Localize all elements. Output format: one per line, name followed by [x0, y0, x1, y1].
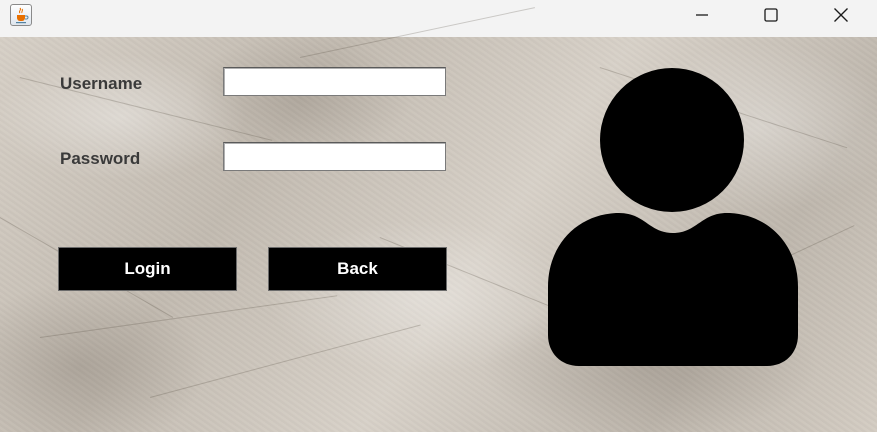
close-icon — [834, 8, 848, 22]
password-field[interactable] — [223, 142, 446, 171]
paper-crease — [40, 295, 338, 338]
paper-background: Username Password Login Back — [0, 7, 877, 432]
login-button-label: Login — [124, 259, 171, 278]
maximize-icon — [764, 8, 778, 22]
paper-crease — [150, 324, 421, 398]
close-button[interactable] — [807, 0, 875, 30]
back-button-label: Back — [337, 259, 378, 278]
minimize-icon — [696, 14, 708, 16]
login-button[interactable]: Login — [58, 247, 237, 291]
login-window: Username Password Login Back — [0, 0, 877, 432]
maximize-button[interactable] — [737, 0, 805, 30]
title-bar[interactable] — [0, 0, 877, 37]
user-avatar-icon — [548, 68, 798, 366]
password-label: Password — [60, 149, 141, 168]
username-field[interactable] — [223, 67, 446, 96]
minimize-button[interactable] — [668, 0, 736, 30]
java-cup-icon[interactable] — [10, 4, 32, 26]
back-button[interactable]: Back — [268, 247, 447, 291]
username-label: Username — [60, 74, 143, 93]
